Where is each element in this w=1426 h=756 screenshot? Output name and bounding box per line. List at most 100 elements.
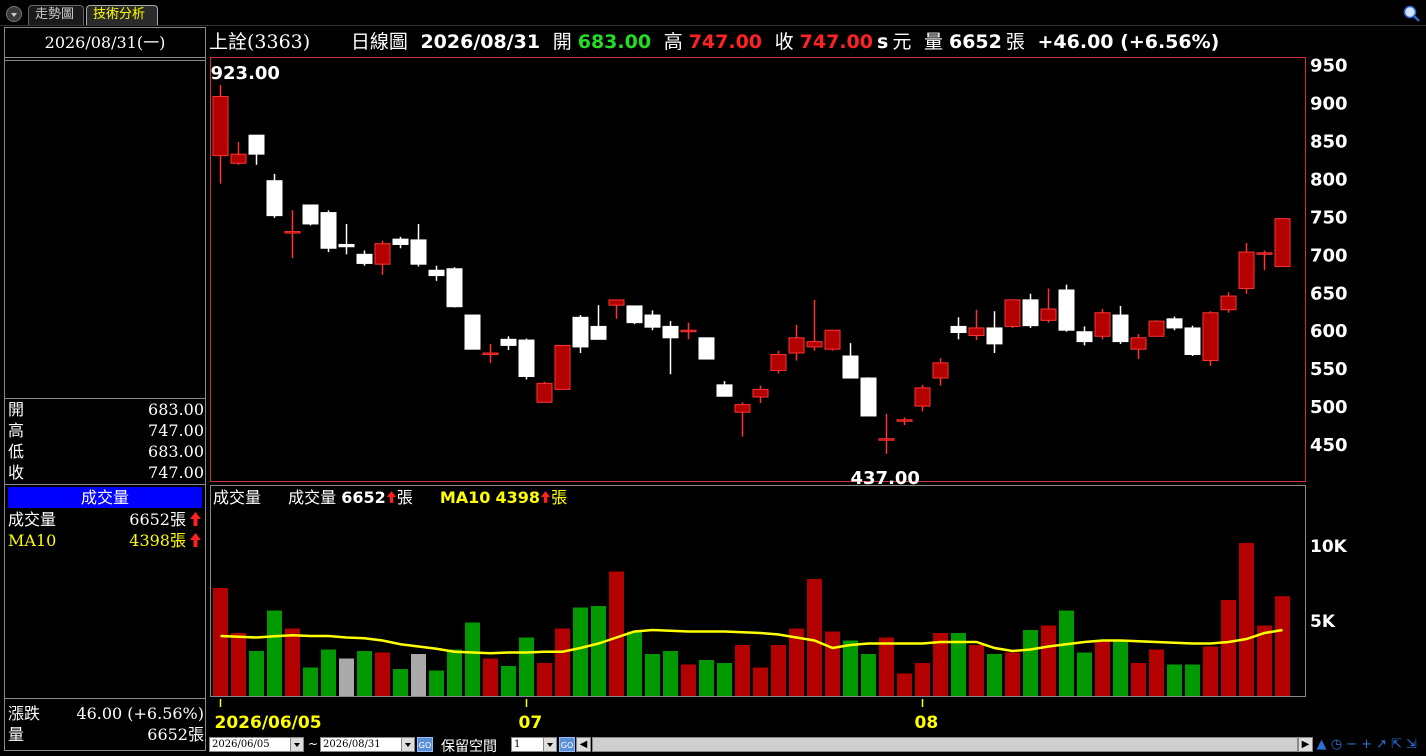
candle-body bbox=[1076, 331, 1093, 343]
candle-body bbox=[284, 231, 301, 234]
volume-bar bbox=[1221, 600, 1236, 696]
candle-body bbox=[698, 337, 715, 360]
volume-bar bbox=[1275, 596, 1290, 696]
candle-body bbox=[554, 344, 571, 390]
cursor-icon[interactable]: ▲ bbox=[1314, 737, 1329, 752]
volume-tick-label: 10K bbox=[1310, 537, 1348, 557]
end-date-value: 2026/08/31 bbox=[323, 739, 381, 750]
go-button[interactable]: GO bbox=[559, 737, 575, 752]
volume-bar bbox=[843, 640, 858, 696]
candle-body bbox=[914, 387, 931, 407]
volume-bar bbox=[1203, 646, 1218, 696]
chart-scrollbar[interactable] bbox=[592, 737, 1298, 752]
scroll-left-button[interactable]: ◀ bbox=[576, 737, 591, 752]
volume-bar bbox=[825, 631, 840, 696]
candle-body bbox=[824, 329, 841, 350]
start-date-select[interactable]: 2026/06/05 bbox=[209, 737, 304, 752]
volume-bar bbox=[411, 654, 426, 696]
candle-body bbox=[950, 325, 967, 333]
volume-bar bbox=[339, 658, 354, 696]
candle-body bbox=[1022, 299, 1039, 327]
candle-body bbox=[1058, 289, 1075, 331]
volume-bar bbox=[609, 571, 624, 696]
candle-body bbox=[1130, 337, 1147, 350]
candle-body bbox=[410, 239, 427, 265]
volume-bar bbox=[267, 610, 282, 696]
volume-bar bbox=[519, 637, 534, 696]
volume-bar bbox=[717, 663, 732, 696]
volume-bar bbox=[1023, 630, 1038, 696]
candle-body bbox=[896, 419, 913, 422]
price-tick-label: 750 bbox=[1310, 207, 1348, 228]
kline-chart[interactable]: 950 900 850 800 750 700 650 600 550 500 450 10K 5K 92… bbox=[0, 0, 1426, 736]
scroll-right-button[interactable]: ▶ bbox=[1298, 737, 1313, 752]
volume-bar bbox=[1257, 625, 1272, 696]
candle-body bbox=[1202, 312, 1219, 362]
end-date-select[interactable]: 2026/08/31 bbox=[320, 737, 415, 752]
volume-bar bbox=[735, 645, 750, 696]
candle-body bbox=[788, 337, 805, 354]
volume-bar bbox=[231, 633, 246, 696]
candle-body bbox=[716, 384, 733, 397]
candle-body bbox=[1184, 327, 1201, 355]
volume-bar bbox=[1131, 663, 1146, 696]
volume-bar bbox=[915, 663, 930, 696]
zoom-in-icon[interactable]: + bbox=[1359, 737, 1374, 752]
volume-bar bbox=[429, 670, 444, 696]
fit-icon[interactable]: ↗ bbox=[1374, 737, 1389, 752]
candle-body bbox=[428, 269, 445, 277]
clock-icon[interactable]: ◷ bbox=[1329, 737, 1344, 752]
volume-tick-label: 5K bbox=[1310, 612, 1336, 632]
price-tick-label: 850 bbox=[1310, 131, 1348, 152]
candle-body bbox=[1004, 299, 1021, 327]
candle-body bbox=[572, 316, 589, 348]
candle-body bbox=[320, 212, 337, 249]
volume-bar bbox=[321, 649, 336, 696]
candle-body bbox=[338, 243, 355, 248]
volume-bar bbox=[357, 651, 372, 696]
candle-body bbox=[212, 95, 229, 157]
volume-bar bbox=[771, 645, 786, 696]
volume-bar bbox=[465, 622, 480, 696]
candle-body bbox=[842, 355, 859, 379]
volume-bar bbox=[1005, 652, 1020, 696]
candle-body bbox=[518, 339, 535, 378]
candle-body bbox=[500, 338, 517, 346]
price-tick-label: 600 bbox=[1310, 321, 1348, 342]
max-price-label: 923.00 bbox=[211, 63, 280, 84]
volume-bar bbox=[375, 652, 390, 696]
volume-bar bbox=[1077, 652, 1092, 696]
candle-body bbox=[878, 438, 895, 441]
go-button[interactable]: GO bbox=[417, 737, 433, 752]
volume-bar bbox=[807, 579, 822, 696]
candle-body bbox=[374, 243, 391, 265]
volume-bar bbox=[1113, 640, 1128, 696]
candle-body bbox=[1040, 308, 1057, 321]
price-tick-label: 650 bbox=[1310, 283, 1348, 304]
min-price-label: 437.00 bbox=[851, 468, 920, 489]
volume-bar bbox=[627, 631, 642, 696]
candle-body bbox=[392, 238, 409, 245]
reserve-space-stepper[interactable]: 1 bbox=[511, 737, 557, 752]
zoom-out-icon[interactable]: − bbox=[1344, 737, 1359, 752]
candle-body bbox=[302, 204, 319, 225]
volume-bar bbox=[591, 606, 606, 696]
start-date-value: 2026/06/05 bbox=[212, 739, 270, 750]
volume-bar bbox=[393, 669, 408, 696]
candle-body bbox=[1148, 320, 1165, 337]
volume-bar bbox=[1167, 664, 1182, 696]
shrink-icon[interactable]: ⇲ bbox=[1404, 737, 1419, 752]
expand-icon[interactable]: ⇱ bbox=[1389, 737, 1404, 752]
volume-bar bbox=[483, 658, 498, 696]
volume-bar bbox=[537, 663, 552, 696]
volume-bar bbox=[861, 654, 876, 696]
reserve-space-value: 1 bbox=[514, 739, 521, 750]
price-tick-label: 950 bbox=[1310, 56, 1348, 77]
volume-bar bbox=[681, 664, 696, 696]
candle-body bbox=[248, 134, 265, 155]
candle-body bbox=[536, 382, 553, 403]
candle-body bbox=[986, 327, 1003, 345]
dropdown-arrow-icon bbox=[290, 738, 303, 751]
price-tick-label: 550 bbox=[1310, 359, 1348, 380]
price-tick-label: 700 bbox=[1310, 245, 1348, 266]
